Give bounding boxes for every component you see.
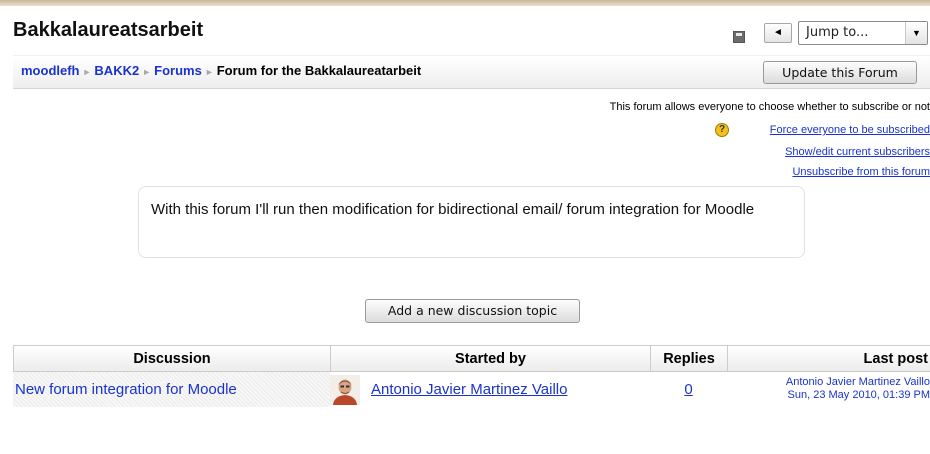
jump-to-select[interactable]: Jump to... ▼ — [798, 21, 928, 45]
unsubscribe-link[interactable]: Unsubscribe from this forum — [600, 166, 930, 178]
forum-intro-text: With this forum I'll run then modificati… — [151, 201, 755, 218]
last-post-date-link[interactable]: Sun, 23 May 2010, 01:39 PM — [788, 389, 930, 401]
user-avatar-icon[interactable] — [330, 375, 360, 405]
breadcrumb: moodlefh ► BAKK2 ► Forums ► Forum for the Bakk… — [21, 63, 421, 78]
breadcrumb-separator-icon: ► — [82, 67, 92, 77]
breadcrumb-separator-icon: ► — [142, 67, 152, 77]
jump-to-value: Jump to... — [806, 25, 869, 40]
breadcrumb-moodlefh[interactable]: moodlefh — [21, 63, 80, 78]
breadcrumb-forums[interactable]: Forums — [154, 63, 202, 78]
update-forum-button[interactable]: Update this Forum — [763, 61, 917, 84]
table-header: Discussion Started by Replies Last post — [13, 345, 930, 372]
header-discussion: Discussion — [13, 345, 330, 372]
last-post-cell: Antonio Javier Martinez Vaillo Sun, 23 M… — [727, 376, 930, 402]
header-replies: Replies — [650, 345, 727, 372]
show-edit-subscribers-link[interactable]: Show/edit current subscribers — [600, 146, 930, 158]
discussion-link[interactable]: New forum integration for Moodle — [15, 381, 237, 398]
document-icon[interactable] — [733, 31, 745, 43]
left-arrow-icon: ◄ — [773, 27, 783, 38]
chevron-down-icon[interactable]: ▼ — [905, 22, 927, 44]
breadcrumb-current: Forum for the Bakkalaureatarbeit — [216, 63, 422, 78]
breadcrumb-separator-icon: ► — [204, 67, 214, 77]
jump-prev-button[interactable]: ◄ — [764, 23, 792, 43]
header-started-by: Started by — [330, 345, 650, 372]
forum-intro-box: With this forum I'll run then modificati… — [138, 186, 805, 258]
breadcrumb-bakk2[interactable]: BAKK2 — [94, 63, 139, 78]
started-by-link[interactable]: Antonio Javier Martinez Vaillo — [371, 381, 567, 398]
last-post-author-link[interactable]: Antonio Javier Martinez Vaillo — [786, 376, 930, 388]
subscription-info: This forum allows everyone to choose whe… — [609, 101, 930, 113]
discussion-cell: New forum integration for Moodle — [13, 372, 330, 407]
table-row: New forum integration for Moodle Antonio… — [13, 372, 930, 407]
add-discussion-button[interactable]: Add a new discussion topic — [365, 299, 580, 323]
header-last-post: Last post — [727, 345, 930, 372]
force-subscribe-link[interactable]: Force everyone to be subscribed — [600, 124, 930, 136]
replies-link[interactable]: 0 — [650, 381, 727, 398]
top-border — [0, 0, 930, 6]
page-title: Bakkalaureatsarbeit — [13, 19, 204, 41]
